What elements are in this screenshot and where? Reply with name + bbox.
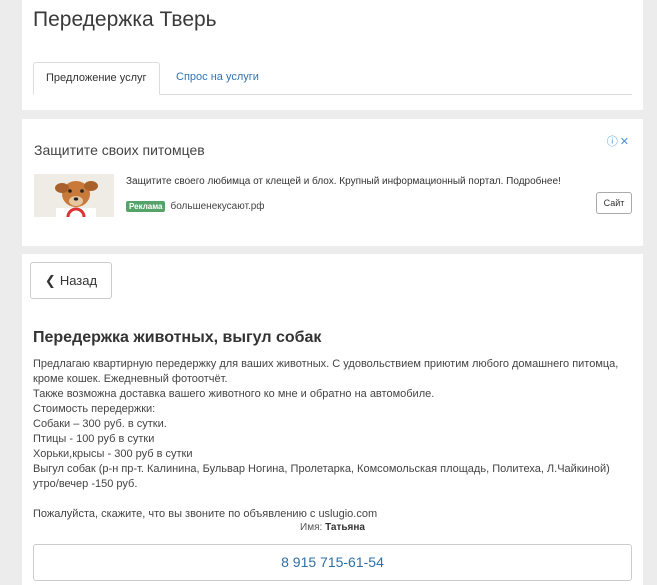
ad-badge: Реклама	[126, 201, 166, 212]
description-line: Хорьки,крысы - 300 руб в сутки	[33, 448, 193, 460]
ad-title[interactable]: Защитите своих питомцев	[34, 142, 205, 158]
listing-card: ❮ Назад Передержка животных, выгул собак…	[22, 254, 643, 585]
listing-description: Предлагаю квартирную передержку для ваши…	[33, 357, 638, 522]
description-line: Также возможна доставка вашего животного…	[33, 388, 435, 400]
ad-card: Защитите своих питомцев ⓘ✕ Защитите свое…	[22, 119, 643, 246]
back-button[interactable]: ❮ Назад	[30, 262, 112, 299]
info-icon[interactable]: ⓘ	[607, 136, 620, 148]
header-card: Передержка Тверь Предложение услуг Спрос…	[22, 0, 643, 110]
description-line: Собаки – 300 руб. в сутки.	[33, 418, 167, 430]
description-line: Выгул собак (р-н пр-т. Калинина, Бульвар…	[33, 463, 610, 475]
description-line: Пожалуйста, скажите, что вы звоните по о…	[33, 508, 378, 520]
tabs: Предложение услуг Спрос на услуги	[33, 62, 632, 95]
description-line: кроме кошек. Ежедневный фотоотчёт.	[33, 373, 228, 385]
ad-meta: Реклама большенекусают.рф	[126, 201, 265, 212]
description-line: Стоимость передержки:	[33, 403, 156, 415]
description-line: утро/вечер -150 руб.	[33, 478, 138, 490]
tab-demand[interactable]: Спрос на услуги	[164, 62, 271, 95]
contact-name-value: Татьяна	[325, 522, 365, 533]
description-line: Птицы - 100 руб в сутки	[33, 433, 155, 445]
chevron-left-icon: ❮	[44, 272, 56, 288]
contact-name: Имя: Татьяна	[33, 522, 632, 533]
ad-text[interactable]: Защитите своего любимца от клещей и блох…	[126, 176, 561, 187]
close-icon[interactable]: ✕	[620, 136, 631, 148]
ad-dog-image[interactable]	[34, 174, 114, 217]
ad-controls: ⓘ✕	[607, 133, 631, 149]
description-line: Предлагаю квартирную передержку для ваши…	[33, 358, 619, 370]
ad-domain[interactable]: большенекусают.рф	[170, 201, 264, 212]
ad-site-button[interactable]: Сайт	[596, 192, 632, 214]
listing-title: Передержка животных, выгул собак	[33, 329, 322, 346]
phone-button[interactable]: 8 915 715-61-54	[33, 544, 632, 581]
tab-offers[interactable]: Предложение услуг	[33, 62, 160, 95]
back-label: Назад	[59, 273, 98, 288]
page-title: Передержка Тверь	[33, 8, 217, 31]
contact-name-label: Имя:	[300, 522, 323, 533]
